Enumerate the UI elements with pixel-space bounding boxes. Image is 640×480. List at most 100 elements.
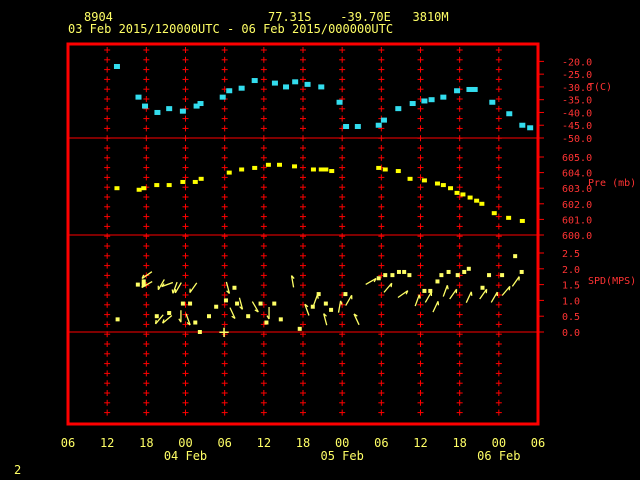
data-point (115, 317, 120, 322)
data-point (471, 86, 478, 92)
data-point (421, 98, 428, 104)
data-point (226, 170, 232, 175)
data-point (396, 269, 401, 274)
wind-arrow (424, 291, 433, 303)
data-point (474, 198, 480, 203)
wind-arrow (345, 294, 353, 306)
meteogram-chart: 06 12 18 00 06 12 18 00 06 12 18 00 06 04 Feb 05 Feb 06… (61, 42, 636, 463)
wind-arrow (304, 303, 310, 316)
wind-calm-marker: + (219, 322, 230, 343)
data-point (506, 111, 513, 117)
data-point (375, 122, 382, 128)
data-point (439, 273, 444, 278)
data-point (271, 80, 278, 86)
data-point (402, 269, 407, 274)
data-point (113, 63, 120, 69)
data-point (455, 273, 460, 278)
wind-arrow (225, 281, 231, 295)
x-date-label: 05 Feb (320, 449, 363, 463)
data-point (292, 79, 299, 85)
data-point (462, 269, 467, 274)
x-tick-label: 06 (531, 436, 545, 450)
data-point (409, 101, 416, 107)
data-point (283, 84, 290, 90)
data-point (343, 124, 350, 130)
x-date-label: 06 Feb (477, 449, 520, 463)
data-point (519, 218, 525, 223)
wind-arrow (251, 301, 259, 313)
data-point (167, 311, 172, 316)
data-point (232, 285, 237, 290)
data-point (166, 106, 173, 112)
data-point (390, 273, 395, 278)
data-point (180, 179, 186, 184)
data-point (383, 273, 388, 278)
data-point (489, 99, 496, 105)
y-tick-label: 2.0 (562, 265, 580, 276)
data-point (251, 78, 258, 84)
data-point (304, 81, 311, 87)
wind-arrow (161, 281, 174, 288)
data-point (466, 266, 471, 271)
data-point (277, 162, 282, 167)
data-point (135, 282, 140, 287)
data-point (376, 165, 382, 170)
data-point (421, 178, 427, 183)
data-point (454, 88, 461, 94)
data-point (480, 285, 485, 290)
wind-arrow (323, 313, 328, 326)
data-point (500, 273, 505, 278)
y-tick-label: 0.0 (562, 328, 580, 339)
data-point (188, 301, 193, 306)
data-point (519, 269, 524, 274)
data-point (435, 279, 440, 284)
data-point (226, 88, 233, 94)
data-point (278, 317, 283, 322)
data-point (197, 330, 202, 334)
y-tick-label: -35.0 (562, 96, 592, 107)
data-point (223, 298, 228, 303)
y-tick-label: 601.0 (562, 215, 592, 226)
wind-arrow (383, 282, 393, 293)
data-point (454, 190, 460, 195)
wind-arrow (501, 285, 511, 296)
data-point (235, 301, 240, 306)
data-point (219, 94, 226, 100)
data-point (440, 183, 446, 188)
data-point (428, 97, 435, 103)
data-point (207, 314, 211, 319)
wind-arrow (465, 291, 473, 303)
y-tick-label: -50.0 (562, 134, 592, 145)
data-point (238, 85, 245, 91)
y-tick-label: 2.5 (562, 249, 580, 260)
data-point (180, 301, 185, 306)
x-tick-label: 06 (61, 436, 75, 450)
data-point (179, 108, 186, 114)
wind-arrow (162, 315, 173, 324)
y-tick-label: 1.5 (562, 281, 580, 292)
y-tick-label: -45.0 (562, 121, 592, 132)
wind-arrow (178, 310, 182, 323)
x-tick-label: 00 (178, 436, 192, 450)
wind-arrow (479, 288, 488, 300)
data-point (446, 269, 451, 274)
data-point (141, 186, 147, 191)
data-point (506, 215, 512, 220)
y-axis-label: SPD(MPS) (588, 276, 636, 287)
wind-arrow (229, 307, 236, 320)
y-tick-label: 1.0 (562, 296, 580, 307)
data-point (246, 314, 251, 319)
data-point (434, 181, 440, 186)
data-point (487, 273, 492, 278)
wind-arrow (189, 282, 198, 294)
y-axis-label: T(C) (588, 82, 612, 93)
data-point (440, 94, 447, 100)
data-point (310, 167, 316, 172)
data-point (491, 211, 497, 216)
data-point (329, 307, 334, 312)
data-point (192, 179, 198, 184)
data-point (154, 183, 160, 188)
data-point (448, 186, 454, 191)
x-tick-label: 00 (492, 436, 506, 450)
data-point (336, 99, 343, 105)
